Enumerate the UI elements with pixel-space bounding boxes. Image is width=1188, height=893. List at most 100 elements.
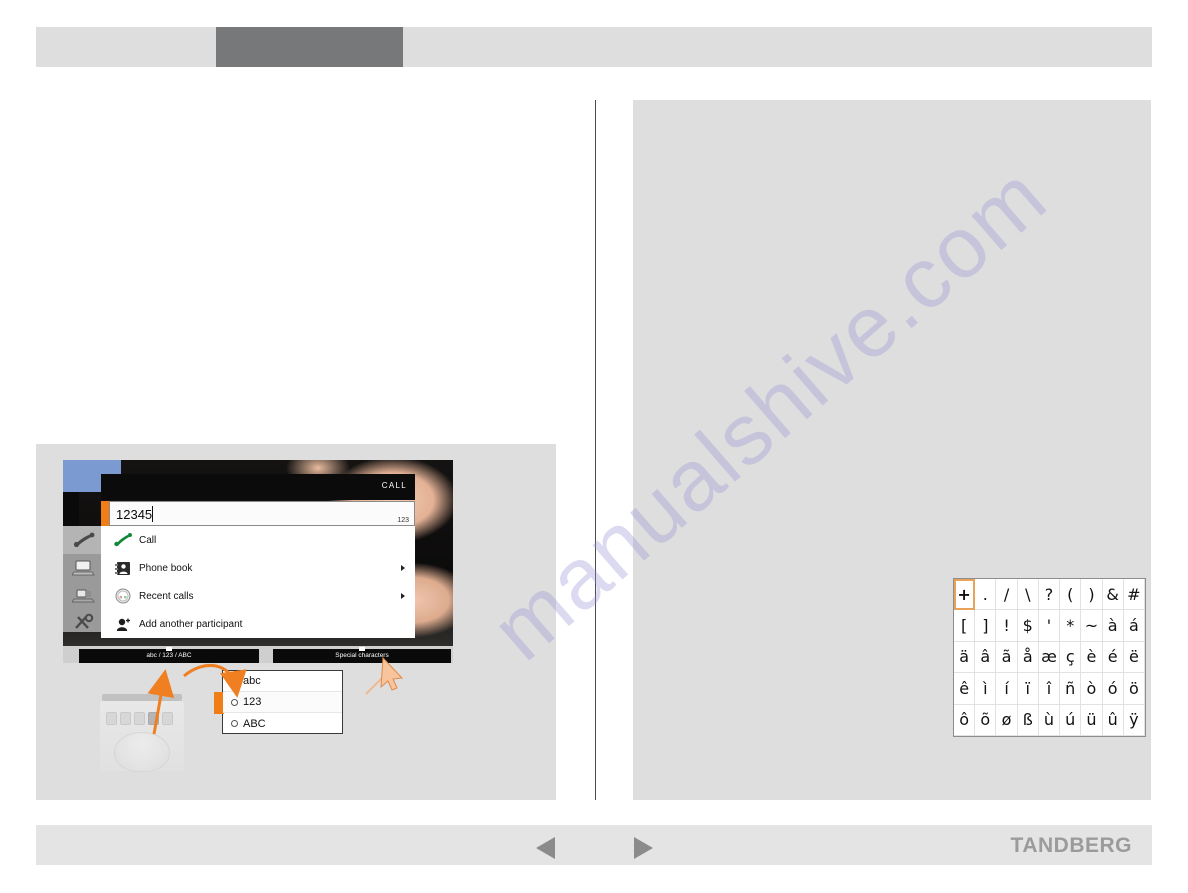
popup-option-label: abc xyxy=(243,675,261,687)
charmap-cell[interactable]: ã xyxy=(996,641,1018,674)
input-mode-indicator: 123 xyxy=(397,517,409,524)
charmap-cell[interactable]: & xyxy=(1102,579,1124,611)
charmap-cell[interactable]: ô xyxy=(954,704,976,736)
tools-icon[interactable] xyxy=(69,610,99,634)
charmap-cell[interactable]: # xyxy=(1123,579,1145,611)
charmap-cell[interactable]: ù xyxy=(1038,704,1061,736)
charmap-cell[interactable]: à xyxy=(1102,610,1124,642)
input-mode-popup[interactable]: abc 123 ABC xyxy=(214,670,343,734)
remote-dial xyxy=(114,732,170,772)
menu-item-label: Recent calls xyxy=(139,590,194,602)
device-screenshot: CALL 12345 123 Call Phone book « » Recen… xyxy=(63,460,453,663)
charmap-cell[interactable]: ] xyxy=(975,610,997,642)
footer-bar: TANDBERG xyxy=(36,825,1152,865)
next-page-button[interactable] xyxy=(634,837,653,859)
remote-control-illustration xyxy=(94,688,190,774)
charmap-cell[interactable]: é xyxy=(1102,641,1124,674)
column-divider xyxy=(595,100,596,800)
call-number-input[interactable]: 12345 123 xyxy=(109,501,415,526)
charmap-cell[interactable]: ü xyxy=(1081,704,1103,736)
previous-page-button[interactable] xyxy=(536,837,555,859)
softkey-input-mode[interactable]: abc / 123 / ABC xyxy=(79,647,259,663)
special-characters-table[interactable]: +. / \?() & # []! $ ' * ~ à á ä â ã å æ ç è é ë ê ì í ï î ñ ò ó ö ô õ ø ß… xyxy=(953,578,1146,737)
remote-softkey-1 xyxy=(106,712,117,725)
charmap-cell[interactable]: ? xyxy=(1038,579,1061,611)
charmap-cell[interactable]: ) xyxy=(1081,579,1103,611)
charmap-cell[interactable]: æ xyxy=(1038,641,1061,674)
charmap-cell[interactable]: ( xyxy=(1060,579,1082,611)
menu-item-label: Call xyxy=(139,534,157,546)
call-menu: Call Phone book «» Recent calls Add anot… xyxy=(101,526,415,638)
charmap-cell[interactable]: ' xyxy=(1038,610,1061,642)
charmap-cell[interactable]: ç xyxy=(1060,641,1082,674)
remote-top-bar xyxy=(102,694,182,701)
device-title: CALL xyxy=(381,481,407,490)
softkey-special-characters[interactable]: Special characters xyxy=(273,647,451,663)
charmap-cell[interactable]: ï xyxy=(1017,673,1039,705)
radio-icon xyxy=(231,698,238,706)
svg-text:«: « xyxy=(119,594,123,601)
charmap-cell[interactable]: û xyxy=(1102,704,1124,736)
laptop-share-icon[interactable] xyxy=(69,584,99,608)
menu-item-phone-book[interactable]: Phone book xyxy=(101,554,415,582)
charmap-cell[interactable]: â xyxy=(975,641,997,674)
menu-item-label: Add another participant xyxy=(139,618,243,630)
handset-icon[interactable] xyxy=(69,528,99,552)
manual-page: +. / \?() & # []! $ ' * ~ à á ä â ã å æ ç è é ë ê ì í ï î ñ ò ó ö ô õ ø ß… xyxy=(0,0,1188,893)
charmap-cell[interactable]: á xyxy=(1123,610,1145,642)
menu-item-recent-calls[interactable]: «» Recent calls xyxy=(101,582,415,610)
add-person-icon xyxy=(109,613,137,635)
device-softkey-bar: abc / 123 / ABC Special characters xyxy=(63,646,453,663)
charmap-cell[interactable]: * xyxy=(1060,610,1082,642)
charmap-cell[interactable]: ä xyxy=(954,641,976,674)
header-active-tab[interactable] xyxy=(216,27,403,67)
header-bar xyxy=(36,27,1152,67)
chevron-right-icon xyxy=(401,565,405,571)
charmap-cell[interactable]: ß xyxy=(1017,704,1039,736)
green-handset-icon xyxy=(109,529,137,551)
svg-text:»: » xyxy=(124,594,128,601)
menu-item-add-participant[interactable]: Add another participant xyxy=(101,610,415,638)
recent-calls-icon: «» xyxy=(109,585,137,607)
charmap-cell[interactable]: ò xyxy=(1081,673,1103,705)
charmap-cell[interactable]: ! xyxy=(996,610,1018,642)
charmap-cell[interactable]: ë xyxy=(1123,641,1145,674)
remote-softkey-4 xyxy=(148,712,159,725)
charmap-cell[interactable]: [ xyxy=(954,610,976,642)
charmap-cell[interactable]: ì xyxy=(975,673,997,705)
charmap-cell[interactable]: ú xyxy=(1060,704,1082,736)
presentation-icon[interactable] xyxy=(69,556,99,580)
charmap-cell[interactable]: è xyxy=(1081,641,1103,674)
device-titlebar: CALL xyxy=(101,474,415,500)
charmap-cell[interactable]: ÿ xyxy=(1123,704,1145,736)
charmap-cell[interactable]: + xyxy=(954,579,976,611)
softkey-label: Special characters xyxy=(335,652,389,659)
charmap-cell[interactable]: ö xyxy=(1123,673,1145,705)
menu-item-label: Phone book xyxy=(139,562,193,574)
contact-card-icon xyxy=(109,557,137,579)
charmap-cell[interactable]: $ xyxy=(1017,610,1039,642)
charmap-cell[interactable]: î xyxy=(1038,673,1061,705)
popup-option-ABC[interactable]: ABC xyxy=(223,713,342,734)
charmap-cell[interactable]: í xyxy=(996,673,1018,705)
charmap-cell[interactable]: ñ xyxy=(1060,673,1082,705)
remote-softkey-3 xyxy=(134,712,145,725)
menu-item-call[interactable]: Call xyxy=(101,526,415,554)
charmap-cell[interactable]: . xyxy=(975,579,997,611)
radio-icon xyxy=(231,720,238,727)
header-tab-label xyxy=(216,27,403,67)
charmap-cell[interactable]: \ xyxy=(1017,579,1039,611)
charmap-cell[interactable]: / xyxy=(996,579,1018,611)
charmap-cell[interactable]: õ xyxy=(975,704,997,736)
charmap-cell[interactable]: ~ xyxy=(1081,610,1103,642)
popup-option-abc[interactable]: abc xyxy=(223,671,342,692)
remote-softkey-5 xyxy=(162,712,173,725)
radio-icon xyxy=(231,677,238,685)
charmap-cell[interactable]: ê xyxy=(954,673,976,705)
charmap-cell[interactable]: ø xyxy=(996,704,1018,736)
popup-option-123[interactable]: 123 xyxy=(223,692,342,713)
text-caret xyxy=(152,506,153,522)
charmap-cell[interactable]: ó xyxy=(1102,673,1124,705)
softkey-notch xyxy=(166,647,172,651)
charmap-cell[interactable]: å xyxy=(1017,641,1039,674)
